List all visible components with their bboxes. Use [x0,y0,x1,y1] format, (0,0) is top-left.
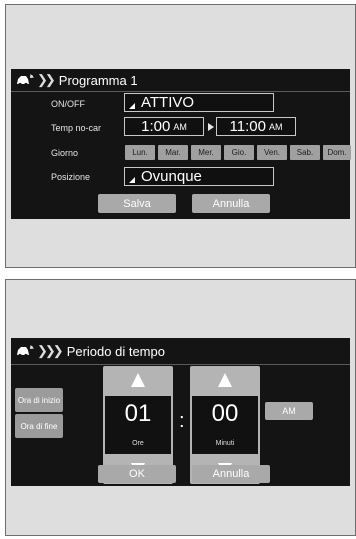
on-off-label: ON/OFF [51,99,85,109]
cancel-button[interactable]: Annulla [192,465,270,483]
double-chevron-right-icon: ❯❯ [37,72,56,87]
day-label: Giorno [51,148,79,158]
day-button-sun[interactable]: Dom. [323,145,351,160]
time-separator: : [179,410,185,432]
cancel-button[interactable]: Annulla [192,194,270,213]
on-off-field[interactable]: ATTIVO [124,93,274,112]
ampm-toggle-button[interactable]: AM [265,402,313,420]
time-period-screen: ❯❯❯ Periodo di tempo Ora di inizio Ora d… [11,338,350,486]
end-ampm: AM [268,121,283,132]
corner-indicator-icon [129,176,135,183]
start-time-button[interactable]: Ora di inizio [15,388,63,412]
minutes-value: 00 [211,400,239,427]
car-remote-icon [17,74,34,87]
car-remote-icon [17,345,34,358]
end-time-value: 11:00 [229,118,266,135]
triangle-up-icon [218,373,232,387]
schedule-screen: ❯❯ Programma 1 ON/OFF ATTIVO Temp no-car… [11,69,351,219]
triple-chevron-right-icon: ❯❯❯ [37,343,64,358]
start-time-value: 1:00 [141,118,171,135]
end-time-button[interactable]: Ora di fine [15,414,63,438]
page-title: Programma 1 [58,72,138,88]
hours-display: 01 Ore [105,396,171,454]
start-ampm: AM [173,121,187,132]
corner-indicator-icon [129,102,135,109]
day-button-wed[interactable]: Mer. [191,145,221,160]
time-period-header: ❯❯❯ Periodo di tempo [11,338,350,365]
schedule-panel: ❯❯ Programma 1 ON/OFF ATTIVO Temp no-car… [5,4,356,268]
arrow-right-icon [208,123,214,131]
on-off-value: ATTIVO [141,94,195,111]
hours-unit: Ore [132,440,144,447]
page-title: Periodo di tempo [66,343,165,359]
day-button-tue[interactable]: Mar. [158,145,188,160]
day-button-mon[interactable]: Lun. [125,145,155,160]
ok-button[interactable]: OK [98,465,176,483]
schedule-header: ❯❯ Programma 1 [11,69,350,92]
position-label: Posizione [51,172,91,182]
position-field[interactable]: Ovunque [124,167,274,186]
time-period-panel: ❯❯❯ Periodo di tempo Ora di inizio Ora d… [5,279,356,536]
minutes-unit: Minuti [215,440,235,447]
hours-up-button[interactable] [103,366,173,394]
temp-label: Temp no-car [51,123,102,133]
day-button-thu[interactable]: Gio. [224,145,254,160]
day-button-sat[interactable]: Sab. [290,145,320,160]
triangle-up-icon [131,373,145,387]
hours-value: 01 [124,400,152,427]
minutes-up-button[interactable] [190,366,260,394]
save-button[interactable]: Salva [98,194,176,213]
end-time-field[interactable]: 11:00 AM [216,117,296,136]
position-value: Ovunque [141,168,202,185]
minutes-display: 00 Minuti [192,396,258,454]
day-button-fri[interactable]: Ven. [257,145,287,160]
start-time-field[interactable]: 1:00 AM [124,117,204,136]
